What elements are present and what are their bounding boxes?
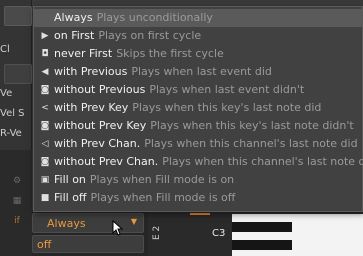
trigger-condition-menu: Always Plays unconditionally ▶ on First Pl… [33, 6, 363, 212]
inspector-label-vel-s: Vel S [0, 108, 25, 119]
loop-marker [190, 213, 210, 215]
menu-item-label: with Prev Chan. Plays when this channel's… [54, 137, 358, 150]
menu-item-label: Fill on Plays when Fill mode is on [54, 173, 235, 186]
no-prev-key-icon: ◙ [40, 121, 50, 131]
menu-item-label: Always Plays unconditionally [54, 11, 213, 24]
trigger-condition-value: Always [47, 217, 86, 230]
menu-item-without-prev-chan[interactable]: ◙ without Prev Chan. Plays when this chan… [34, 153, 363, 171]
inspector-dropdown[interactable] [4, 6, 32, 26]
mouse-cursor-icon [112, 220, 124, 236]
menu-item-never-first[interactable]: ◘ never First Skips the first cycle [34, 45, 363, 63]
menu-item-always[interactable]: Always Plays unconditionally [34, 9, 363, 27]
menu-item-label: with Previous Plays when last event did [54, 65, 272, 78]
no-previous-icon: ◙ [40, 85, 50, 95]
no-prev-channel-icon: ◙ [40, 157, 50, 167]
menu-item-label: Fill off Plays when Fill mode is off [54, 191, 236, 204]
prev-channel-icon: ◁ [41, 139, 49, 149]
menu-item-fill-on[interactable]: ▣ Fill on Plays when Fill mode is on [34, 171, 363, 189]
menu-item-label: never First Skips the first cycle [54, 47, 224, 60]
menu-item-label: without Prev Key Plays when this key's la… [54, 119, 354, 132]
menu-item-without-previous[interactable]: ◙ without Previous Plays when last event … [34, 81, 363, 99]
skip-first-icon: ◘ [41, 49, 49, 59]
fill-field-value: off [37, 238, 52, 251]
fill-field[interactable]: off [32, 235, 144, 253]
condition-icon[interactable]: if [12, 216, 22, 226]
inspector-label-ve: Ve [0, 88, 13, 99]
menu-item-with-prev-key[interactable]: < with Prev Key Plays when this key's las… [34, 99, 363, 117]
chevron-down-icon: ▼ [130, 217, 137, 226]
inspector-strip: Cl Ve Vel S R-Ve [0, 0, 32, 150]
inspector-label-cl: Cl [0, 44, 10, 55]
inspector-field[interactable] [4, 64, 32, 84]
menu-item-fill-off[interactable]: ■ Fill off Plays when Fill mode is off [34, 189, 363, 207]
menu-item-label: on First Plays on first cycle [54, 29, 202, 42]
settings-icon[interactable]: ⚙ [12, 176, 22, 186]
inspector-label-r-ve: R-Ve [0, 128, 22, 139]
prev-key-icon: < [41, 103, 49, 113]
menu-item-label: with Prev Key Plays when this key's last … [54, 101, 322, 114]
menu-item-on-first[interactable]: ▶ on First Plays on first cycle [34, 27, 363, 45]
menu-item-with-previous[interactable]: ◀ with Previous Plays when last event did [34, 63, 363, 81]
trigger-condition-dropdown[interactable]: Always ▼ [32, 213, 144, 233]
menu-item-label: without Previous Plays when last event di… [54, 83, 305, 96]
previous-icon: ◀ [41, 67, 49, 77]
black-key[interactable] [232, 240, 292, 250]
inspector-panel: Cl Ve Vel S R-Ve ⚙ ▦ if [0, 0, 32, 256]
black-key[interactable] [232, 222, 292, 232]
lane-label: E 2 [152, 225, 162, 240]
key-label-c3: C3 [212, 228, 226, 239]
play-triangle-icon: ▶ [41, 31, 49, 41]
fill-off-icon: ■ [40, 193, 50, 203]
side-icon-strip: ⚙ ▦ if [0, 150, 32, 256]
grid-icon[interactable]: ▦ [12, 196, 22, 206]
fill-on-icon: ▣ [40, 175, 50, 185]
menu-item-with-prev-chan[interactable]: ◁ with Prev Chan. Plays when this channel… [34, 135, 363, 153]
menu-item-label: without Prev Chan. Plays when this channe… [54, 155, 363, 168]
menu-item-without-prev-key[interactable]: ◙ without Prev Key Plays when this key's … [34, 117, 363, 135]
